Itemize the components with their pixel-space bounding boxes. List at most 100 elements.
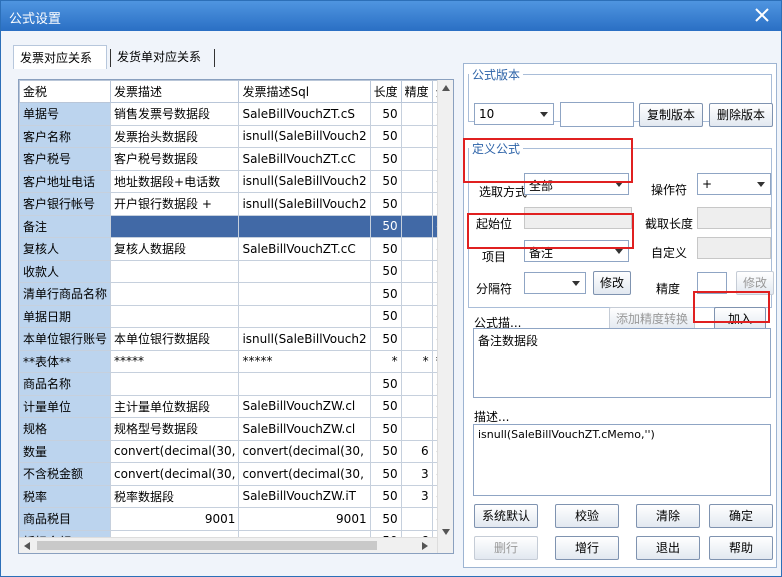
table-cell[interactable]: 发票抬头数据段 <box>110 124 240 148</box>
row-header-cell[interactable]: 复核人 <box>19 237 112 261</box>
precision-input[interactable] <box>697 272 727 294</box>
table-cell[interactable] <box>110 304 240 328</box>
table-cell[interactable]: 50 <box>369 484 402 508</box>
table-cell[interactable] <box>400 394 433 418</box>
table-cell[interactable] <box>400 192 433 216</box>
table-cell[interactable]: 客户税号数据段 <box>110 147 240 171</box>
verify-button[interactable]: 校验 <box>555 504 619 528</box>
table-cell[interactable]: 50 <box>369 169 402 193</box>
column-header[interactable]: 长度 <box>369 80 402 103</box>
formula-desc-textarea[interactable]: 备注数据段 <box>473 328 771 398</box>
table-cell[interactable]: isnull(SaleBillVouch2 <box>238 192 371 216</box>
table-cell[interactable]: 税率数据段 <box>110 484 240 508</box>
add-row-button[interactable]: 增行 <box>555 536 619 560</box>
row-header-cell[interactable]: 收款人 <box>19 259 112 283</box>
table-cell[interactable]: isnull(SaleBillVouch2 <box>238 124 371 148</box>
table-cell[interactable]: SaleBillVouchZW.cl <box>238 394 371 418</box>
table-cell[interactable]: 9001 <box>238 507 371 531</box>
table-row[interactable]: 备注50~~Fa <box>19 214 453 238</box>
column-header[interactable]: 发票描述 <box>110 80 240 103</box>
table-cell[interactable]: 50 <box>369 192 402 216</box>
table-row[interactable]: 商品税目9001900150~~Fa <box>19 507 453 531</box>
table-cell[interactable]: 地址数据段+电话数 <box>110 169 240 193</box>
mapping-grid[interactable]: 金税发票描述发票描述Sql长度精度分隔符小数 单据号销售发票号数据段SaleBi… <box>18 79 454 554</box>
table-row[interactable]: 数量 convert(decimal(30, convert(decimal(30,… <box>19 439 453 463</box>
row-header-cell[interactable]: **表体** <box>19 349 112 373</box>
table-cell[interactable]: 销售发票号数据段 <box>110 102 240 126</box>
table-cell[interactable]: convert(decimal(30, <box>110 462 240 486</box>
delete-version-button[interactable]: 删除版本 <box>709 103 773 127</box>
operator-select[interactable]: + <box>697 173 771 195</box>
item-select[interactable]: 备注 <box>524 240 629 262</box>
column-header[interactable]: 精度 <box>400 80 433 103</box>
table-cell[interactable]: 50 <box>369 282 402 306</box>
table-cell[interactable]: isnull(SaleBillVouch2 <box>238 327 371 351</box>
table-cell[interactable]: SaleBillVouchZW.cl <box>238 417 371 441</box>
table-cell[interactable] <box>400 417 433 441</box>
row-header-cell[interactable]: 客户税号 <box>19 147 112 171</box>
row-header-cell[interactable]: 清单行商品名称 <box>19 282 112 306</box>
table-row[interactable]: 单据日期50~~Fa <box>19 304 453 328</box>
table-cell[interactable]: 主计量单位数据段 <box>110 394 240 418</box>
table-cell[interactable]: 50 <box>369 417 402 441</box>
row-header-cell[interactable]: 客户地址电话 <box>19 169 112 193</box>
table-cell[interactable]: 50 <box>369 372 402 396</box>
table-cell[interactable] <box>400 282 433 306</box>
select-method-select[interactable]: 全部 <box>524 173 629 195</box>
table-cell[interactable]: 6 <box>400 439 433 463</box>
clear-button[interactable]: 清除 <box>636 504 700 528</box>
row-header-cell[interactable]: 客户银行帐号 <box>19 192 112 216</box>
table-row[interactable]: 收款人50~~Fa <box>19 259 453 283</box>
grid-vertical-scrollbar[interactable] <box>437 80 453 553</box>
row-header-cell[interactable]: 客户名称 <box>19 124 112 148</box>
table-cell[interactable] <box>400 237 433 261</box>
table-cell[interactable] <box>400 304 433 328</box>
table-cell[interactable]: 规格型号数据段 <box>110 417 240 441</box>
table-cell[interactable]: convert(decimal(30, <box>110 439 240 463</box>
table-cell[interactable] <box>110 282 240 306</box>
scroll-up-icon[interactable] <box>441 84 451 92</box>
table-cell[interactable] <box>238 372 371 396</box>
table-cell[interactable] <box>400 507 433 531</box>
row-header-cell[interactable]: 计量单位 <box>19 394 112 418</box>
table-cell[interactable]: 50 <box>369 462 402 486</box>
table-cell[interactable]: convert(decimal(30, <box>238 439 371 463</box>
table-cell[interactable]: isnull(SaleBillVouch2 <box>238 169 371 193</box>
table-cell[interactable]: 50 <box>369 304 402 328</box>
table-cell[interactable]: 本单位银行数据段 <box>110 327 240 351</box>
row-header-cell[interactable]: 数量 <box>19 439 112 463</box>
table-cell[interactable]: SaleBillVouchZW.iT <box>238 484 371 508</box>
grid-horizontal-scrollbar[interactable] <box>19 537 437 553</box>
table-cell[interactable] <box>400 124 433 148</box>
table-row[interactable]: **表体**************** <box>19 349 453 373</box>
table-cell[interactable]: 50 <box>369 327 402 351</box>
table-cell[interactable]: 50 <box>369 102 402 126</box>
table-row[interactable]: 客户地址电话地址数据段+电话数isnull(SaleBillVouch250~~… <box>19 169 453 193</box>
row-header-cell[interactable]: 商品税目 <box>19 507 112 531</box>
table-cell[interactable]: SaleBillVouchZT.cS <box>238 102 371 126</box>
column-header[interactable]: 金税 <box>19 80 112 103</box>
table-cell[interactable]: 50 <box>369 507 402 531</box>
row-header-cell[interactable]: 规格 <box>19 417 112 441</box>
table-cell[interactable]: 3 <box>400 484 433 508</box>
tab-invoice-mapping[interactable]: 发票对应关系 <box>13 45 107 69</box>
table-row[interactable]: 计量单位主计量单位数据段SaleBillVouchZW.cl50~~Fa <box>19 394 453 418</box>
table-cell[interactable]: 50 <box>369 237 402 261</box>
table-cell[interactable]: 9001 <box>110 507 240 531</box>
table-row[interactable]: 客户银行帐号开户银行数据段 +isnull(SaleBillVouch250~~… <box>19 192 453 216</box>
help-button[interactable]: 帮助 <box>709 536 773 560</box>
table-row[interactable]: 客户税号客户税号数据段SaleBillVouchZT.cC50~~Fa <box>19 147 453 171</box>
table-cell[interactable] <box>400 327 433 351</box>
table-cell[interactable] <box>400 214 433 238</box>
precision-modify-button[interactable]: 修改 <box>736 271 774 295</box>
cut-length-input[interactable] <box>697 207 771 229</box>
table-cell[interactable] <box>400 147 433 171</box>
table-row[interactable]: 规格规格型号数据段SaleBillVouchZW.cl50~~Fa <box>19 417 453 441</box>
row-header-cell[interactable]: 备注 <box>19 214 112 238</box>
tab-delivery-mapping[interactable]: 发货单对应关系 <box>111 45 211 69</box>
table-cell[interactable]: 3 <box>400 462 433 486</box>
copy-version-button[interactable]: 复制版本 <box>639 103 703 127</box>
ok-button[interactable]: 确定 <box>709 504 773 528</box>
table-cell[interactable]: 50 <box>369 259 402 283</box>
table-cell[interactable]: 50 <box>369 147 402 171</box>
